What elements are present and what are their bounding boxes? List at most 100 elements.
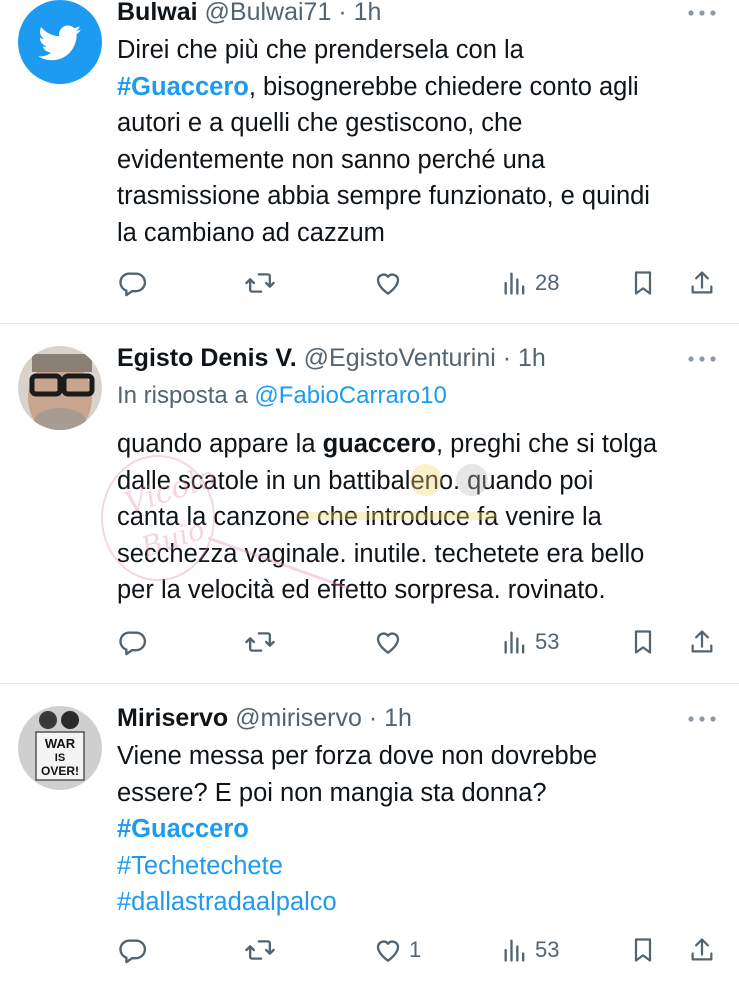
- tweet-text-line: trasmissione abbia sempre funzionato, e …: [117, 178, 729, 215]
- bookmark-icon: [629, 268, 657, 298]
- display-name[interactable]: Bulwai: [117, 0, 198, 26]
- tweet-text-line: #Guaccero, bisognerebbe chiedere conto a…: [117, 69, 729, 106]
- like-button[interactable]: [373, 263, 409, 303]
- share-button[interactable]: [688, 263, 716, 303]
- tweet-text-line: evidentemente non sanno perché una: [117, 142, 729, 179]
- views-button[interactable]: 53: [501, 622, 559, 662]
- retweet-icon: [244, 935, 276, 965]
- reply-icon: [118, 935, 148, 965]
- user-handle[interactable]: @EgistoVenturini: [304, 344, 496, 372]
- text-segment: quando appare la: [117, 430, 323, 458]
- heart-icon: [373, 935, 403, 965]
- hashtag-link[interactable]: #dallastradaalpalco: [117, 888, 337, 916]
- more-icon[interactable]: [687, 714, 717, 724]
- bookmark-icon: [629, 627, 657, 657]
- tweet-text-line: la cambiano ad cazzum: [117, 215, 729, 252]
- share-icon: [688, 627, 716, 657]
- views-button[interactable]: 28: [501, 263, 559, 303]
- tweet-text-line: secchezza vaginale. inutile. techetete e…: [117, 536, 729, 573]
- retweet-button[interactable]: [244, 930, 282, 970]
- text-segment: , preghi che si tolga: [435, 430, 658, 458]
- text-segment: dalle scatole in un battibaleno. quando …: [117, 466, 594, 495]
- tweet-text-line: quando appare la guaccero, preghi che si…: [117, 426, 729, 463]
- tweet-text-line: #Guaccero: [117, 811, 729, 848]
- more-icon[interactable]: [687, 8, 717, 18]
- text-segment: Direi che più che prendersela con la: [117, 36, 524, 64]
- separator-dot: ·: [361, 704, 385, 732]
- reply-prefix: In risposta a: [117, 382, 248, 409]
- reply-icon: [118, 627, 148, 657]
- tweet-header: Bulwai @Bulwai71 · 1h: [117, 0, 381, 28]
- tweet-header: Miriservo @miriservo · 1h: [117, 702, 412, 734]
- avatar-bulwai[interactable]: [18, 0, 102, 84]
- retweet-icon: [244, 627, 276, 657]
- tweet-actions: 53: [0, 622, 739, 662]
- avatar-photo: WAR IS OVER!: [18, 706, 102, 790]
- tweet-header: Egisto Denis V. @EgistoVenturini · 1h: [117, 342, 546, 374]
- avatar-sign-is: IS: [55, 752, 65, 764]
- like-count: 1: [409, 937, 422, 962]
- text-segment: autori e a quelli che gestiscono, che: [117, 109, 523, 137]
- tweet-text-line: Viene messa per forza dove non dovrebbe: [117, 738, 729, 775]
- views-icon: [501, 269, 529, 297]
- hashtag-link[interactable]: #Guaccero: [117, 815, 249, 843]
- views-count: 28: [535, 270, 560, 295]
- reply-icon: [118, 268, 148, 298]
- heart-icon: [373, 627, 403, 657]
- reply-context: In risposta a @FabioCarraro10: [117, 380, 447, 412]
- avatar-sign-war: WAR: [45, 736, 76, 751]
- tweet-text-line: autori e a quelli che gestiscono, che: [117, 105, 729, 142]
- text-segment: trasmissione abbia sempre funzionato, e …: [117, 182, 650, 210]
- bookmark-button[interactable]: [629, 263, 657, 303]
- views-icon: [501, 628, 529, 656]
- text-segment: Viene messa per forza dove non dovrebbe: [117, 742, 598, 770]
- tweet-actions: 28: [0, 263, 739, 303]
- hashtag-link[interactable]: #Guaccero: [117, 73, 249, 101]
- tweet-text-line: #dallastradaalpalco: [117, 884, 729, 921]
- bookmark-button[interactable]: [629, 930, 657, 970]
- reply-button[interactable]: [118, 930, 154, 970]
- views-button[interactable]: 53: [501, 930, 559, 970]
- reply-to-handle[interactable]: @FabioCarraro10: [254, 382, 446, 409]
- bookmark-icon: [629, 935, 657, 965]
- retweet-button[interactable]: [244, 263, 282, 303]
- like-button[interactable]: 1: [373, 930, 421, 970]
- display-name[interactable]: Egisto Denis V.: [117, 344, 297, 372]
- display-name[interactable]: Miriservo: [117, 704, 228, 732]
- text-segment: per la velocità ed effetto sorpresa. rov…: [117, 576, 606, 604]
- tweet-text: Viene messa per forza dove non dovrebbe e…: [117, 738, 729, 921]
- hashtag-link[interactable]: #Techetechete: [117, 852, 283, 880]
- share-button[interactable]: [688, 622, 716, 662]
- more-icon[interactable]: [687, 354, 717, 364]
- retweet-button[interactable]: [244, 622, 282, 662]
- timestamp[interactable]: 1h: [384, 704, 412, 732]
- avatar-egisto[interactable]: [18, 346, 102, 430]
- heart-icon: [373, 268, 403, 298]
- tweet-2[interactable]: Egisto Denis V. @EgistoVenturini · 1h In…: [0, 324, 739, 682]
- bookmark-button[interactable]: [629, 622, 657, 662]
- timestamp[interactable]: 1h: [518, 344, 546, 372]
- avatar-photo: [18, 346, 102, 430]
- tweet-3[interactable]: WAR IS OVER! Miriservo @miriservo · 1h V…: [0, 684, 739, 982]
- text-segment: la cambiano ad cazzum: [117, 218, 385, 247]
- separator-dot: ·: [331, 0, 354, 26]
- retweet-icon: [244, 268, 276, 298]
- reply-button[interactable]: [118, 622, 154, 662]
- like-button[interactable]: [373, 622, 409, 662]
- user-handle[interactable]: @miriservo: [235, 704, 362, 732]
- tweet-1[interactable]: Bulwai @Bulwai71 · 1h Direi che più che …: [0, 0, 739, 322]
- tweet-text-line: dalle scatole in un battibaleno. quando …: [117, 463, 729, 500]
- views-icon: [501, 936, 529, 964]
- tweet-text-line: canta la canzone che introduce fa venire…: [117, 499, 729, 536]
- share-button[interactable]: [688, 930, 716, 970]
- views-count: 53: [535, 629, 560, 654]
- tweet-text-line: Direi che più che prendersela con la: [117, 32, 729, 69]
- text-segment: evidentemente non sanno perché una: [117, 145, 546, 174]
- share-icon: [688, 268, 716, 298]
- avatar-miriservo[interactable]: WAR IS OVER!: [18, 706, 102, 790]
- twitter-bird-icon: [18, 0, 102, 84]
- timestamp[interactable]: 1h: [354, 0, 382, 26]
- user-handle[interactable]: @Bulwai71: [205, 0, 332, 26]
- tweet-text: Direi che più che prendersela con la #Gua…: [117, 32, 729, 251]
- reply-button[interactable]: [118, 263, 154, 303]
